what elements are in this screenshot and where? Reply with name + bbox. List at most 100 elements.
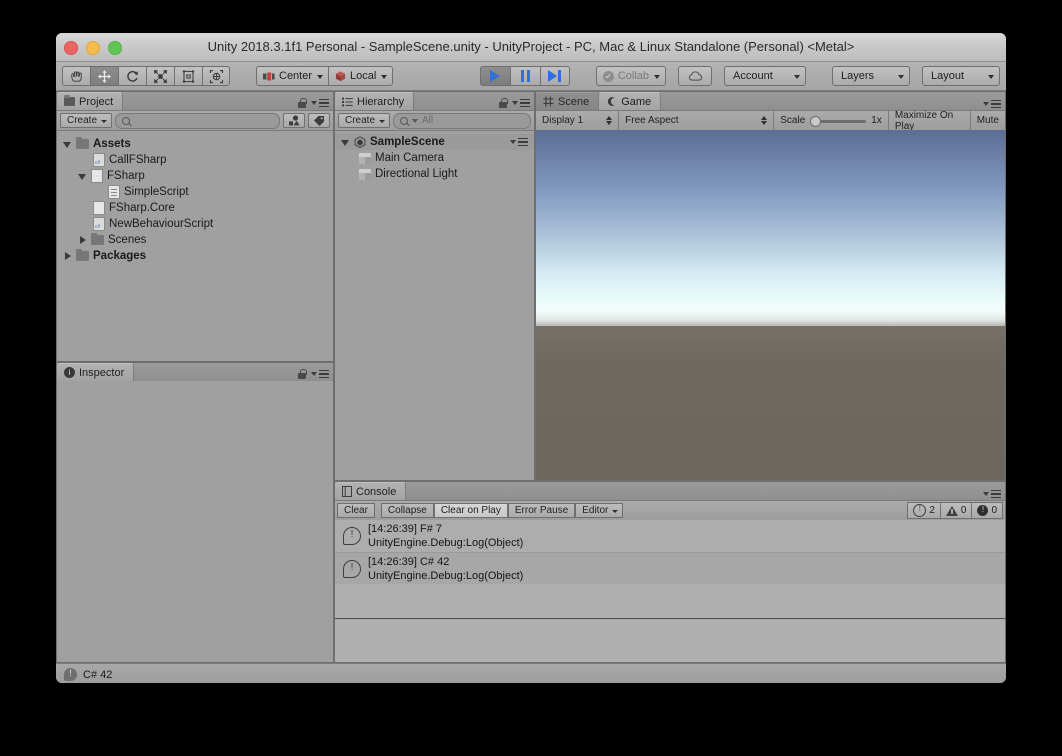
hierarchy-tab-label: Hierarchy <box>357 95 405 108</box>
project-create-button[interactable]: Create <box>60 113 113 128</box>
chevron-down-icon[interactable] <box>341 138 350 147</box>
console-clear-button[interactable]: Clear <box>337 503 375 518</box>
inspector-content-empty <box>57 381 333 662</box>
game-view-render[interactable] <box>536 130 1005 480</box>
status-bar[interactable]: C# 42 <box>56 663 1006 683</box>
desktop-background: Unity 2018.3.1f1 Personal - SampleScene.… <box>0 0 1062 756</box>
tree-row[interactable]: SampleScene <box>335 134 534 150</box>
tree-row[interactable]: Directional Light <box>335 166 534 182</box>
console-message-title: [14:26:39] C# 42 <box>368 556 450 568</box>
lock-icon[interactable] <box>298 98 307 108</box>
lock-icon[interactable] <box>499 98 508 108</box>
tree-row[interactable]: CallFSharp <box>57 152 333 168</box>
console-editor-dropdown[interactable]: Editor <box>575 503 624 518</box>
hand-tool-button[interactable] <box>62 66 90 86</box>
move-tool-button[interactable] <box>90 66 118 86</box>
collab-button[interactable]: ✔ Collab <box>595 66 666 86</box>
warning-count-badge[interactable]: 0 <box>939 502 972 519</box>
display-caret-icon <box>606 115 613 126</box>
search-icon <box>400 116 409 125</box>
console-message-detail: UnityEngine.Debug:Log(Object) <box>368 537 524 549</box>
error-count-badge[interactable]: 0 <box>971 502 1003 519</box>
project-create-label: Create <box>67 115 98 126</box>
scale-tool-button[interactable] <box>146 66 174 86</box>
scale-icon <box>153 69 168 83</box>
tab-console[interactable]: Console <box>335 482 407 500</box>
layout-button[interactable]: Layout <box>922 66 1000 86</box>
tab-inspector[interactable]: i Inspector <box>57 363 135 381</box>
cloud-button[interactable] <box>678 66 712 86</box>
info-count-badge[interactable]: 2 <box>907 502 940 519</box>
tree-row[interactable]: Scenes <box>57 232 333 248</box>
pause-icon <box>520 70 530 82</box>
tree-row[interactable]: FSharp <box>57 168 333 184</box>
panel-menu-icon[interactable] <box>983 489 1001 498</box>
chevron-down-icon[interactable] <box>63 140 72 149</box>
scale-control[interactable]: Scale 1x <box>774 111 889 130</box>
pivot-center-button[interactable]: Center <box>256 66 329 86</box>
mute-audio-button[interactable]: Mute <box>971 111 1005 130</box>
rotate-tool-button[interactable] <box>118 66 146 86</box>
panel-menu-icon[interactable] <box>311 369 329 379</box>
game-icon <box>608 97 615 106</box>
console-error-pause-button[interactable]: Error Pause <box>507 503 576 518</box>
project-filter-type-button[interactable] <box>283 113 305 128</box>
rect-tool-button[interactable] <box>174 66 202 86</box>
project-filter-label-button[interactable] <box>308 113 330 128</box>
pause-button[interactable] <box>509 66 540 86</box>
console-message-detail: UnityEngine.Debug:Log(Object) <box>368 570 524 582</box>
pivot-rotation-button[interactable]: Local <box>328 66 394 86</box>
hierarchy-tab-actions <box>499 98 530 108</box>
chevron-down-icon[interactable] <box>78 172 87 181</box>
tree-row[interactable]: Packages <box>57 248 333 264</box>
transform-tool-button[interactable] <box>202 66 230 86</box>
project-panel: Project Create Assets c# CallFSharp FSha… <box>56 91 334 362</box>
tree-row[interactable]: SimpleScript <box>57 184 333 200</box>
chevron-right-icon[interactable] <box>78 235 87 245</box>
tree-label: Scenes <box>108 234 147 246</box>
project-search-input[interactable] <box>115 112 280 129</box>
pivot-rotation-label: Local <box>350 70 377 82</box>
step-icon <box>548 70 562 82</box>
hierarchy-create-button[interactable]: Create <box>338 113 391 128</box>
display-dropdown[interactable]: Display 1 <box>536 111 620 130</box>
project-folder-icon <box>64 95 75 106</box>
maximize-on-play-button[interactable]: Maximize On Play <box>889 110 971 132</box>
project-toolbar: Create <box>57 111 333 131</box>
tree-label: SimpleScript <box>124 186 189 198</box>
tree-row[interactable]: NewBehaviourScript <box>57 216 333 232</box>
play-button[interactable] <box>479 66 510 86</box>
tree-row[interactable]: Assets <box>57 136 333 152</box>
tab-project[interactable]: Project <box>57 92 124 110</box>
scale-slider[interactable] <box>810 115 867 127</box>
lock-icon[interactable] <box>298 369 307 379</box>
tree-label: Packages <box>93 250 147 262</box>
layers-button[interactable]: Layers <box>832 66 910 86</box>
scene-menu-icon[interactable] <box>510 137 528 147</box>
step-button[interactable] <box>539 66 570 86</box>
account-button[interactable]: Account <box>724 66 806 86</box>
panel-menu-icon[interactable] <box>311 98 329 108</box>
ground-plane <box>536 326 1005 480</box>
tree-row[interactable]: FSharp.Core <box>57 200 333 216</box>
chevron-right-icon[interactable] <box>63 251 72 261</box>
console-message[interactable]: [14:26:39] C# 42 UnityEngine.Debug:Log(O… <box>335 553 1005 586</box>
tab-hierarchy[interactable]: Hierarchy <box>335 92 415 110</box>
tree-row[interactable]: Main Camera <box>335 150 534 166</box>
gameobject-cube-icon <box>359 168 371 180</box>
aspect-dropdown[interactable]: Free Aspect <box>619 111 775 130</box>
panel-menu-icon[interactable] <box>983 99 1001 108</box>
clear-on-play-label: Clear on Play <box>440 505 501 516</box>
tab-game[interactable]: Game <box>599 92 662 110</box>
hierarchy-search-input[interactable]: All <box>393 112 531 129</box>
panel-menu-icon[interactable] <box>512 98 530 108</box>
hierarchy-create-label: Create <box>345 115 376 126</box>
console-collapse-button[interactable]: Collapse <box>380 503 434 518</box>
tab-scene[interactable]: Scene <box>536 92 600 110</box>
hierarchy-toolbar: Create All <box>335 111 534 131</box>
editor-body: Project Create Assets c# CallFSharp FSha… <box>56 91 1006 663</box>
inspector-tab-strip: i Inspector <box>57 363 333 382</box>
console-clear-on-play-button[interactable]: Clear on Play <box>433 503 508 518</box>
search-filter-caret-icon[interactable] <box>412 118 419 123</box>
console-message[interactable]: [14:26:39] F# 7 UnityEngine.Debug:Log(Ob… <box>335 520 1005 553</box>
